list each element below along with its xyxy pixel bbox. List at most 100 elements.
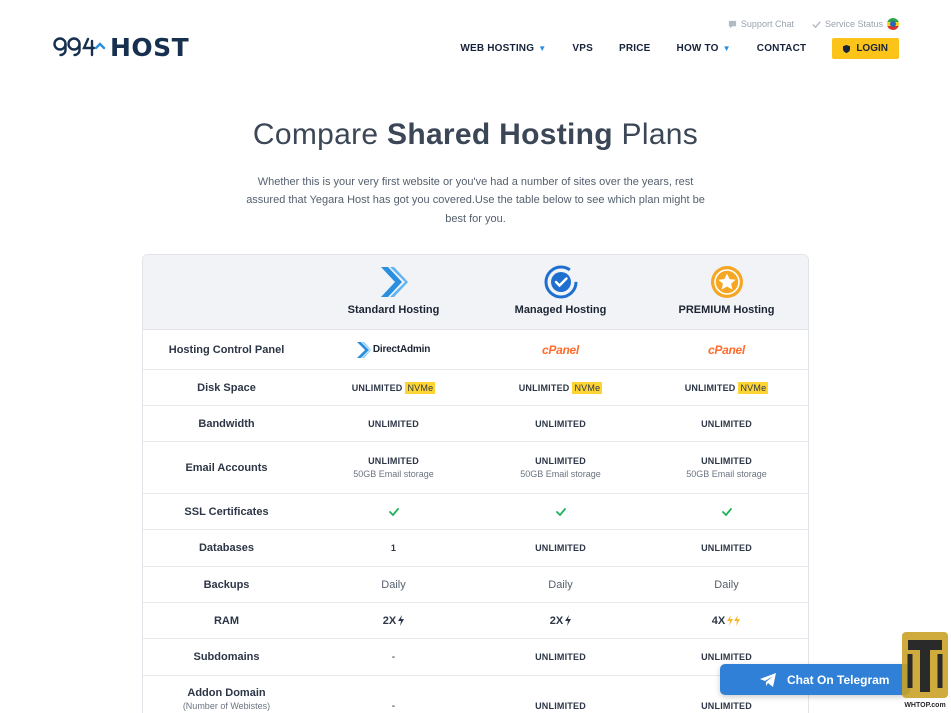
plan-managed-header: Managed Hosting [477, 255, 644, 330]
feature-label: Hosting Control Panel [168, 343, 285, 356]
value-text: UNLIMITED [701, 456, 752, 466]
nav-how-to[interactable]: HOW TO ▼ [677, 38, 731, 59]
title-part-b: Shared Hosting [387, 118, 613, 151]
nvme-badge: NVMe [738, 381, 769, 394]
table-row: SSL Certificates [143, 494, 808, 530]
star-circle-icon [710, 266, 743, 298]
shield-icon [843, 44, 851, 53]
feature-label: Databases [198, 542, 255, 554]
value-text: UNLIMITED [701, 418, 752, 429]
plan-premium-name: PREMIUM Hosting [678, 304, 775, 316]
directadmin-icon [356, 341, 371, 358]
nav-contact-label: CONTACT [756, 43, 807, 54]
value-text: UNLIMITED [535, 700, 586, 711]
main-nav: WEB HOSTING ▼ VPS PRICE HOW TO ▼ CONTACT L… [434, 38, 899, 59]
directadmin-logo: DirectAdmin [356, 341, 431, 358]
value-text: UNLIMITED [518, 382, 570, 393]
check-icon [812, 20, 821, 28]
value-text: UNLIMITED [535, 418, 586, 429]
check-circle-icon [544, 265, 577, 299]
value-text: UNLIMITED [684, 382, 736, 393]
table-row: Hosting Control Panel DirectAdmin cPanel… [143, 330, 808, 370]
page-subtitle: Whether this is your very first website … [246, 176, 705, 225]
nvme-badge: NVMe [572, 381, 603, 394]
lightning-icon [398, 615, 405, 626]
value-text: Daily [381, 578, 406, 591]
value-text: UNLIMITED [701, 652, 752, 662]
login-label: LOGIN [856, 43, 888, 54]
plan-managed-name: Managed Hosting [514, 304, 607, 316]
value-text: UNLIMITED [701, 543, 752, 553]
logo-mark-icon [53, 36, 106, 56]
value-text: 1 [390, 543, 397, 553]
top-utility-bar: Support Chat Service Status [710, 18, 899, 30]
table-row: RAM 2X 2X 4X [143, 603, 808, 639]
double-lightning-icon [727, 615, 741, 626]
value-text: UNLIMITED [351, 382, 403, 393]
title-part-a: Compare [252, 118, 388, 151]
login-button[interactable]: LOGIN [832, 38, 899, 59]
value-text: 2X [549, 614, 564, 627]
plan-standard-name: Standard Hosting [347, 304, 440, 316]
feature-label: RAM [213, 614, 240, 627]
comparison-table: Standard Hosting Managed Hosting PREMIUM… [142, 254, 809, 713]
page-title: Compare Shared Hosting Plans [0, 118, 951, 152]
value-subtext: 50GB Email storage [686, 469, 767, 479]
nav-web-hosting-label: WEB HOSTING [460, 43, 535, 54]
cpanel-logo: cPanel [708, 342, 745, 357]
feature-label: Backups [203, 578, 250, 591]
table-row: Addon Domain (Number of Webistes) - UNLIM… [143, 676, 808, 713]
table-row: Bandwidth UNLIMITED UNLIMITED UNLIMITED [143, 406, 808, 442]
telegram-chat-button[interactable]: Chat On Telegram [720, 664, 910, 695]
nvme-badge: NVMe [405, 381, 436, 394]
feature-label: Addon Domain [187, 687, 266, 699]
nav-contact[interactable]: CONTACT [757, 38, 807, 59]
table-row: Backups Daily Daily Daily [143, 567, 808, 603]
value-text: UNLIMITED [368, 456, 419, 466]
feature-label: Subdomains [193, 651, 260, 663]
directadmin-text: DirectAdmin [372, 344, 431, 355]
arrow-chevron-icon [380, 267, 408, 297]
nav-vps[interactable]: VPS [572, 38, 593, 59]
nav-vps-label: VPS [572, 43, 593, 54]
telegram-chat-label: Chat On Telegram [787, 672, 890, 687]
feature-label: Email Accounts [185, 461, 268, 474]
value-subtext: 50GB Email storage [520, 469, 601, 479]
feature-label: Disk Space [197, 381, 256, 394]
support-chat-link[interactable]: Support Chat [728, 19, 794, 29]
value-text: UNLIMITED [701, 700, 752, 711]
language-flag-icon[interactable] [887, 18, 899, 30]
logo-text: HOST [110, 33, 190, 62]
table-row: Email Accounts UNLIMITED 50GB Email stora… [143, 442, 808, 494]
value-text: - [391, 651, 396, 663]
service-status-label: Service Status [824, 19, 883, 29]
nav-price-label: PRICE [618, 43, 651, 54]
nav-how-to-label: HOW TO [676, 43, 719, 54]
service-status-link[interactable]: Service Status [812, 18, 899, 30]
whtop-watermark: WHTOP.com [900, 630, 950, 713]
chevron-down-icon: ▼ [538, 44, 547, 53]
value-text: UNLIMITED [535, 543, 586, 553]
value-text: UNLIMITED [535, 456, 586, 466]
value-subtext: 50GB Email storage [353, 469, 434, 479]
lightning-icon [565, 615, 572, 626]
value-text: UNLIMITED [368, 418, 419, 429]
plan-standard-header: Standard Hosting [310, 255, 477, 330]
chevron-down-icon: ▼ [722, 44, 731, 53]
nav-web-hosting[interactable]: WEB HOSTING ▼ [460, 38, 546, 59]
check-icon [388, 507, 399, 516]
table-row: Disk Space UNLIMITED NVMe UNLIMITED NVMe U… [143, 370, 808, 406]
site-logo[interactable]: HOST [52, 33, 189, 62]
site-header: HOST Support Chat Service Status WEB HOS… [0, 0, 951, 80]
value-text: Daily [548, 578, 573, 591]
nav-price[interactable]: PRICE [619, 38, 651, 59]
feature-sublabel: (Number of Webistes) [182, 701, 271, 711]
value-text: 2X [382, 614, 397, 627]
value-text: 4X [711, 614, 726, 627]
feature-label: Bandwidth [198, 417, 255, 430]
telegram-icon [760, 672, 776, 687]
title-part-c: Plans [612, 118, 699, 151]
plan-premium-header: PREMIUM Hosting [643, 255, 808, 330]
value-text: UNLIMITED [535, 652, 586, 662]
value-text: - [391, 699, 396, 712]
